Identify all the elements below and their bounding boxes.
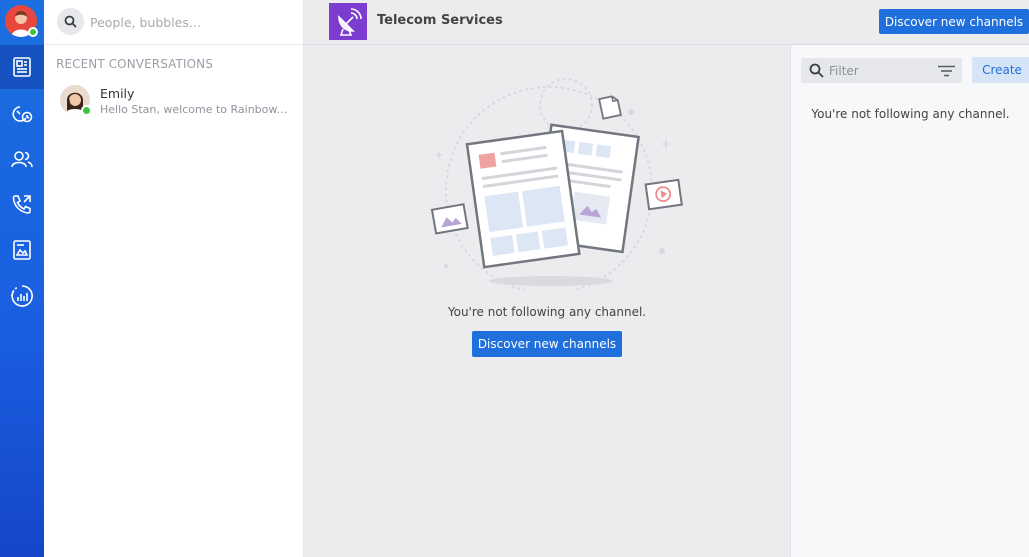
- search-icon: [809, 63, 824, 78]
- contact-name: Emily: [100, 86, 135, 101]
- presence-indicator: [81, 105, 92, 116]
- discover-channels-header-button[interactable]: Discover new channels: [879, 9, 1029, 34]
- empty-channels-illustration: [430, 78, 683, 290]
- followed-channels-empty-message: You're not following any channel.: [811, 107, 1010, 121]
- filter-options-icon[interactable]: [938, 65, 955, 77]
- nav-calls[interactable]: [0, 182, 44, 226]
- channel-logo: [329, 3, 367, 40]
- search-input[interactable]: [90, 12, 290, 32]
- message-preview: Hello Stan, welcome to Rainbow. ...: [100, 103, 290, 116]
- files-icon: [13, 240, 31, 260]
- nav-rail: [0, 0, 44, 557]
- filter-input[interactable]: [829, 62, 929, 79]
- recents-icon: [12, 106, 33, 123]
- satellite-dish-icon: [338, 7, 362, 36]
- search-bar: [44, 0, 304, 45]
- section-title: RECENT CONVERSATIONS: [56, 57, 213, 71]
- channel-header: Telecom Services Discover new channels: [304, 0, 1029, 45]
- empty-state-message: You're not following any channel.: [447, 305, 647, 319]
- conversations-panel: RECENT CONVERSATIONS Emily Hello Stan, w…: [44, 0, 304, 557]
- dashboard-icon: [11, 285, 33, 307]
- presence-indicator: [28, 27, 38, 37]
- nav-recents[interactable]: [0, 92, 44, 136]
- contacts-icon: [11, 151, 33, 168]
- discover-channels-button[interactable]: Discover new channels: [472, 331, 622, 357]
- channels-sidebar: Create You're not following any channel.: [790, 45, 1029, 557]
- app-window: RECENT CONVERSATIONS Emily Hello Stan, w…: [0, 0, 1029, 557]
- nav-contacts[interactable]: [0, 137, 44, 181]
- nav-news[interactable]: [0, 45, 44, 89]
- search-button[interactable]: [57, 8, 84, 35]
- conversation-item[interactable]: Emily Hello Stan, welcome to Rainbow. ..…: [56, 82, 296, 122]
- filter-field: [801, 58, 962, 83]
- create-channel-button[interactable]: Create: [972, 57, 1029, 83]
- nav-files[interactable]: [0, 228, 44, 272]
- calls-icon: [12, 195, 31, 214]
- news-icon: [13, 57, 31, 77]
- nav-dashboard[interactable]: [0, 274, 44, 318]
- search-icon: [64, 15, 77, 28]
- user-avatar[interactable]: [5, 5, 38, 37]
- channel-title: Telecom Services: [377, 13, 503, 28]
- main-content: You're not following any channel. Discov…: [304, 0, 790, 557]
